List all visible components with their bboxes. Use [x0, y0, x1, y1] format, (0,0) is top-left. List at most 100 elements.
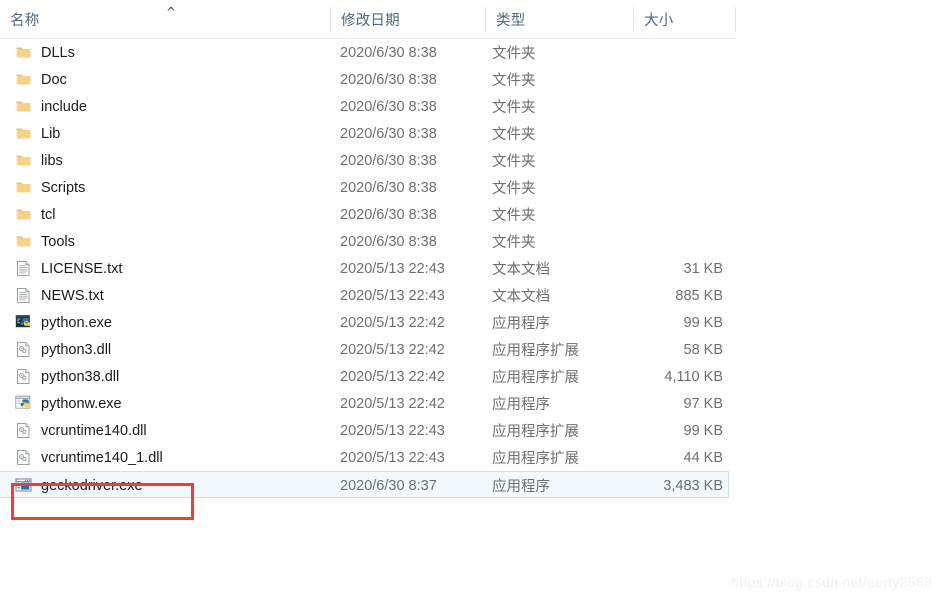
- column-header-type-label: 类型: [496, 12, 526, 29]
- file-name-cell[interactable]: tcl: [0, 201, 330, 228]
- file-size-cell: [637, 201, 723, 228]
- file-name-label: libs: [41, 152, 63, 169]
- column-divider-size[interactable]: [735, 7, 736, 32]
- folder-icon: [15, 44, 32, 61]
- file-name-cell[interactable]: include: [0, 93, 330, 120]
- file-type-cell: 文件夹: [492, 181, 536, 197]
- file-type-cell: 应用程序扩展: [492, 451, 579, 467]
- file-date-cell: 2020/6/30 8:38: [340, 206, 437, 223]
- file-type-cell: 文件夹: [492, 235, 536, 251]
- file-type-cell: 文本文档: [492, 262, 550, 278]
- pythonw-exe-icon: [15, 395, 32, 412]
- file-list-rows: DLLs 2020/6/30 8:38 文件夹 Doc 2020/6/30 8:38 文件…: [0, 39, 736, 498]
- file-row[interactable]: geckodriver.exe 2020/6/30 8:37 应用程序 3,483 K…: [0, 471, 729, 498]
- dll-file-icon: [15, 368, 32, 385]
- file-row[interactable]: LICENSE.txt 2020/5/13 22:43 文本文档 31 KB: [0, 255, 736, 282]
- file-name-label: python3.dll: [41, 341, 112, 358]
- file-type-cell: 应用程序扩展: [492, 424, 579, 440]
- folder-icon: [15, 206, 32, 223]
- file-size-cell: [637, 228, 723, 255]
- file-size-cell: [637, 174, 723, 201]
- file-name-cell[interactable]: Tools: [0, 228, 330, 255]
- file-row[interactable]: NEWS.txt 2020/5/13 22:43 文本文档 885 KB: [0, 282, 736, 309]
- file-date-cell: 2020/5/13 22:42: [340, 368, 445, 385]
- file-row[interactable]: Doc 2020/6/30 8:38 文件夹: [0, 66, 736, 93]
- file-name-cell[interactable]: NEWS.txt: [0, 282, 330, 309]
- file-name-cell[interactable]: Scripts: [0, 174, 330, 201]
- file-size-cell: 3,483 KB: [663, 477, 723, 494]
- file-type-cell: 应用程序扩展: [492, 370, 579, 386]
- file-name-label: Doc: [41, 71, 67, 88]
- sort-ascending-icon[interactable]: ^: [164, 6, 178, 18]
- column-header-date-modified[interactable]: 修改日期: [331, 0, 485, 38]
- file-row[interactable]: include 2020/6/30 8:38 文件夹: [0, 93, 736, 120]
- file-name-cell[interactable]: python38.dll: [0, 363, 330, 390]
- column-header-row: 名称 ^ 修改日期 类型 大小: [0, 0, 736, 39]
- file-row[interactable]: vcruntime140.dll 2020/5/13 22:43 应用程序扩展 99 …: [0, 417, 736, 444]
- python-exe-icon: [15, 314, 32, 331]
- file-size-cell: [637, 66, 723, 93]
- folder-icon: [15, 71, 32, 88]
- file-name-cell[interactable]: LICENSE.txt: [0, 255, 330, 282]
- file-date-cell: 2020/6/30 8:38: [340, 71, 437, 88]
- file-name-label: vcruntime140.dll: [41, 422, 147, 439]
- file-name-cell[interactable]: pythonw.exe: [0, 390, 330, 417]
- file-name-cell[interactable]: python3.dll: [0, 336, 330, 363]
- file-row[interactable]: python38.dll 2020/5/13 22:42 应用程序扩展 4,110 K…: [0, 363, 736, 390]
- file-row[interactable]: tcl 2020/6/30 8:38 文件夹: [0, 201, 736, 228]
- file-size-cell: 4,110 KB: [664, 368, 723, 385]
- file-type-cell: 文件夹: [492, 208, 536, 224]
- column-header-name-label: 名称: [10, 12, 40, 29]
- file-name-cell[interactable]: geckodriver.exe: [0, 472, 330, 499]
- file-name-label: include: [41, 98, 87, 115]
- folder-icon: [15, 152, 32, 169]
- column-header-size-label: 大小: [644, 12, 674, 29]
- column-header-date-modified-label: 修改日期: [341, 12, 400, 29]
- file-size-cell: [637, 39, 723, 66]
- file-size-cell: 58 KB: [683, 341, 724, 358]
- file-row[interactable]: Tools 2020/6/30 8:38 文件夹: [0, 228, 736, 255]
- file-size-cell: 44 KB: [683, 449, 724, 466]
- file-name-cell[interactable]: Lib: [0, 120, 330, 147]
- file-date-cell: 2020/5/13 22:42: [340, 314, 445, 331]
- file-date-cell: 2020/5/13 22:42: [340, 341, 445, 358]
- file-row[interactable]: Scripts 2020/6/30 8:38 文件夹: [0, 174, 736, 201]
- file-date-cell: 2020/5/13 22:42: [340, 395, 445, 412]
- file-name-cell[interactable]: vcruntime140_1.dll: [0, 444, 330, 471]
- file-row[interactable]: pythonw.exe 2020/5/13 22:42 应用程序 97 KB: [0, 390, 736, 417]
- file-date-cell: 2020/6/30 8:38: [340, 44, 437, 61]
- file-row[interactable]: vcruntime140_1.dll 2020/5/13 22:43 应用程序扩展 4…: [0, 444, 736, 471]
- column-header-type[interactable]: 类型: [486, 0, 633, 38]
- file-name-cell[interactable]: python.exe: [0, 309, 330, 336]
- file-name-cell[interactable]: vcruntime140.dll: [0, 417, 330, 444]
- file-name-label: pythonw.exe: [41, 395, 122, 412]
- dll-file-icon: [15, 449, 32, 466]
- dll-file-icon: [15, 341, 32, 358]
- file-row[interactable]: python.exe 2020/5/13 22:42 应用程序 99 KB: [0, 309, 736, 336]
- column-header-size[interactable]: 大小: [634, 0, 735, 38]
- file-name-label: Scripts: [41, 179, 86, 196]
- file-size-cell: 99 KB: [683, 422, 724, 439]
- file-date-cell: 2020/6/30 8:37: [340, 477, 437, 494]
- file-type-cell: 文本文档: [492, 289, 550, 305]
- file-type-cell: 应用程序: [492, 316, 550, 332]
- file-size-cell: 99 KB: [683, 314, 724, 331]
- folder-icon: [15, 98, 32, 115]
- file-name-cell[interactable]: DLLs: [0, 39, 330, 66]
- file-size-cell: 885 KB: [675, 287, 723, 304]
- file-name-label: DLLs: [41, 44, 75, 61]
- file-date-cell: 2020/5/13 22:43: [340, 422, 445, 439]
- dll-file-icon: [15, 422, 32, 439]
- file-row[interactable]: DLLs 2020/6/30 8:38 文件夹: [0, 39, 736, 66]
- file-name-label: tcl: [41, 206, 56, 223]
- file-type-cell: 文件夹: [492, 100, 536, 116]
- text-file-icon: [15, 260, 32, 277]
- file-row[interactable]: Lib 2020/6/30 8:38 文件夹: [0, 120, 736, 147]
- file-list-view[interactable]: 名称 ^ 修改日期 类型 大小 DLLs 2020/6/30 8:38 文件夹 Doc…: [0, 0, 950, 599]
- file-name-cell[interactable]: libs: [0, 147, 330, 174]
- file-row[interactable]: libs 2020/6/30 8:38 文件夹: [0, 147, 736, 174]
- file-type-cell: 应用程序: [492, 397, 550, 413]
- file-row[interactable]: python3.dll 2020/5/13 22:42 应用程序扩展 58 KB: [0, 336, 736, 363]
- file-name-label: NEWS.txt: [41, 287, 104, 304]
- file-name-cell[interactable]: Doc: [0, 66, 330, 93]
